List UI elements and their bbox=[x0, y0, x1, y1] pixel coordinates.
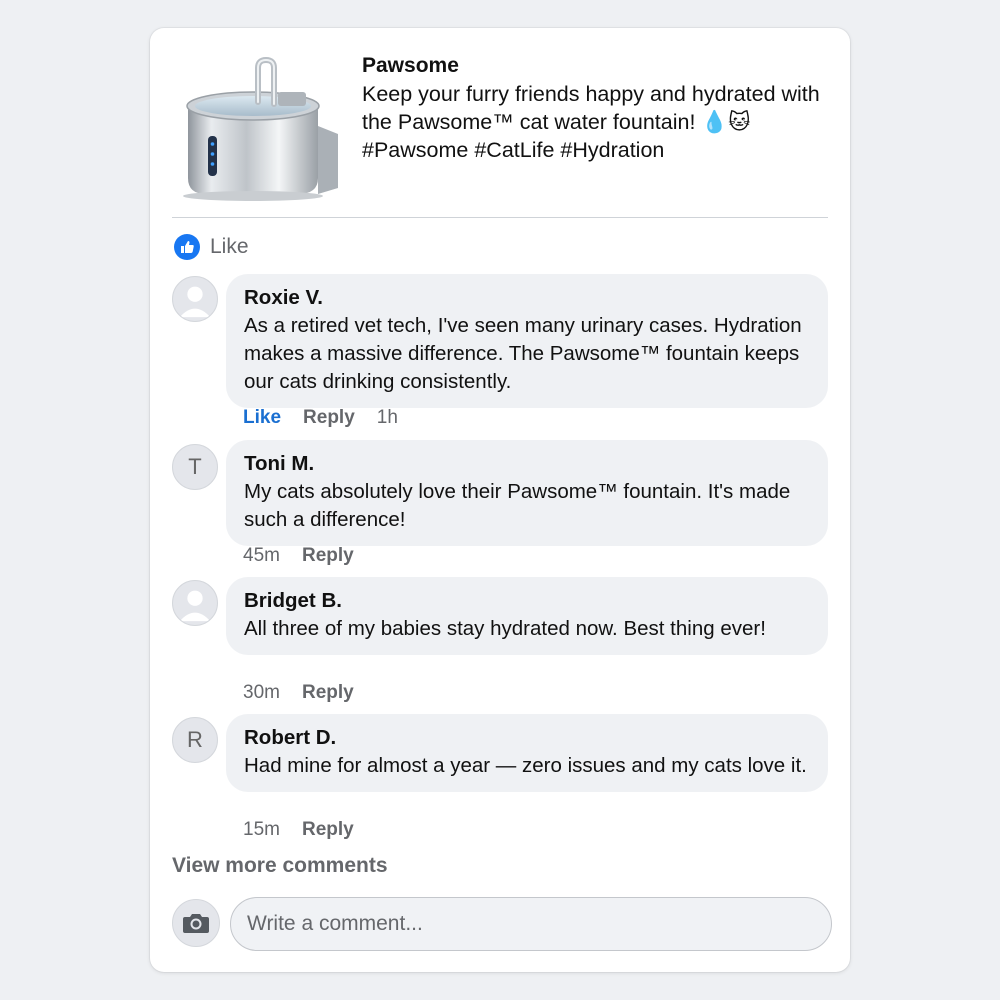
comment-time[interactable]: 45m bbox=[243, 545, 280, 567]
view-more-comments-link[interactable]: View more comments bbox=[172, 854, 388, 878]
comment-reply-button[interactable]: Reply bbox=[303, 407, 355, 429]
comment-bubble: Toni M. My cats absolutely love their Pa… bbox=[226, 440, 828, 546]
product-image[interactable] bbox=[180, 56, 350, 216]
comment-actions: 30m Reply bbox=[243, 682, 354, 704]
comment-bubble: Roxie V. As a retired vet tech, I've see… bbox=[226, 274, 828, 408]
avatar-initial: R bbox=[187, 727, 203, 752]
comment-reply-button[interactable]: Reply bbox=[302, 682, 354, 704]
post-text: Pawsome Keep your furry friends happy an… bbox=[362, 52, 832, 164]
divider bbox=[172, 217, 828, 218]
comment-author[interactable]: Bridget B. bbox=[244, 587, 810, 615]
comment-text: As a retired vet tech, I've seen many ur… bbox=[244, 314, 802, 393]
camera-icon bbox=[183, 914, 209, 933]
comment-author[interactable]: Toni M. bbox=[244, 450, 810, 478]
comment-bubble: Bridget B. All three of my babies stay h… bbox=[226, 577, 828, 655]
comment-reply-button[interactable]: Reply bbox=[302, 545, 354, 567]
comment-actions: 15m Reply bbox=[243, 819, 354, 841]
camera-button[interactable] bbox=[172, 899, 220, 947]
comment-text: Had mine for almost a year — zero issues… bbox=[244, 754, 807, 777]
person-icon bbox=[179, 590, 211, 622]
comment-author[interactable]: Robert D. bbox=[244, 724, 810, 752]
post-header: Pawsome Keep your furry friends happy an… bbox=[150, 28, 850, 218]
comment-text: My cats absolutely love their Pawsome™ f… bbox=[244, 480, 791, 531]
avatar[interactable] bbox=[172, 580, 218, 626]
comment-actions: Like Reply 1h bbox=[243, 407, 398, 429]
avatar[interactable]: T bbox=[172, 444, 218, 490]
comment-author[interactable]: Roxie V. bbox=[244, 284, 810, 312]
comment-bubble: Robert D. Had mine for almost a year — z… bbox=[226, 714, 828, 792]
like-count-label: Like bbox=[210, 235, 249, 258]
comment-text: All three of my babies stay hydrated now… bbox=[244, 617, 766, 640]
post-like-button[interactable]: Like bbox=[174, 232, 249, 262]
avatar[interactable] bbox=[172, 276, 218, 322]
page-name[interactable]: Pawsome bbox=[362, 52, 832, 80]
comment-input[interactable] bbox=[230, 897, 832, 951]
comment-like-button[interactable]: Like bbox=[243, 407, 281, 429]
avatar[interactable]: R bbox=[172, 717, 218, 763]
comment-actions: 45m Reply bbox=[243, 545, 354, 567]
person-icon bbox=[179, 286, 211, 318]
comment-time[interactable]: 30m bbox=[243, 682, 280, 704]
post-card: Pawsome Keep your furry friends happy an… bbox=[150, 28, 850, 972]
comment-reply-button[interactable]: Reply bbox=[302, 819, 354, 841]
comment-time[interactable]: 15m bbox=[243, 819, 280, 841]
comment-time[interactable]: 1h bbox=[377, 407, 398, 429]
post-body: Keep your furry friends happy and hydrat… bbox=[362, 82, 820, 162]
avatar-initial: T bbox=[188, 454, 202, 479]
thumbs-up-icon bbox=[174, 234, 200, 260]
